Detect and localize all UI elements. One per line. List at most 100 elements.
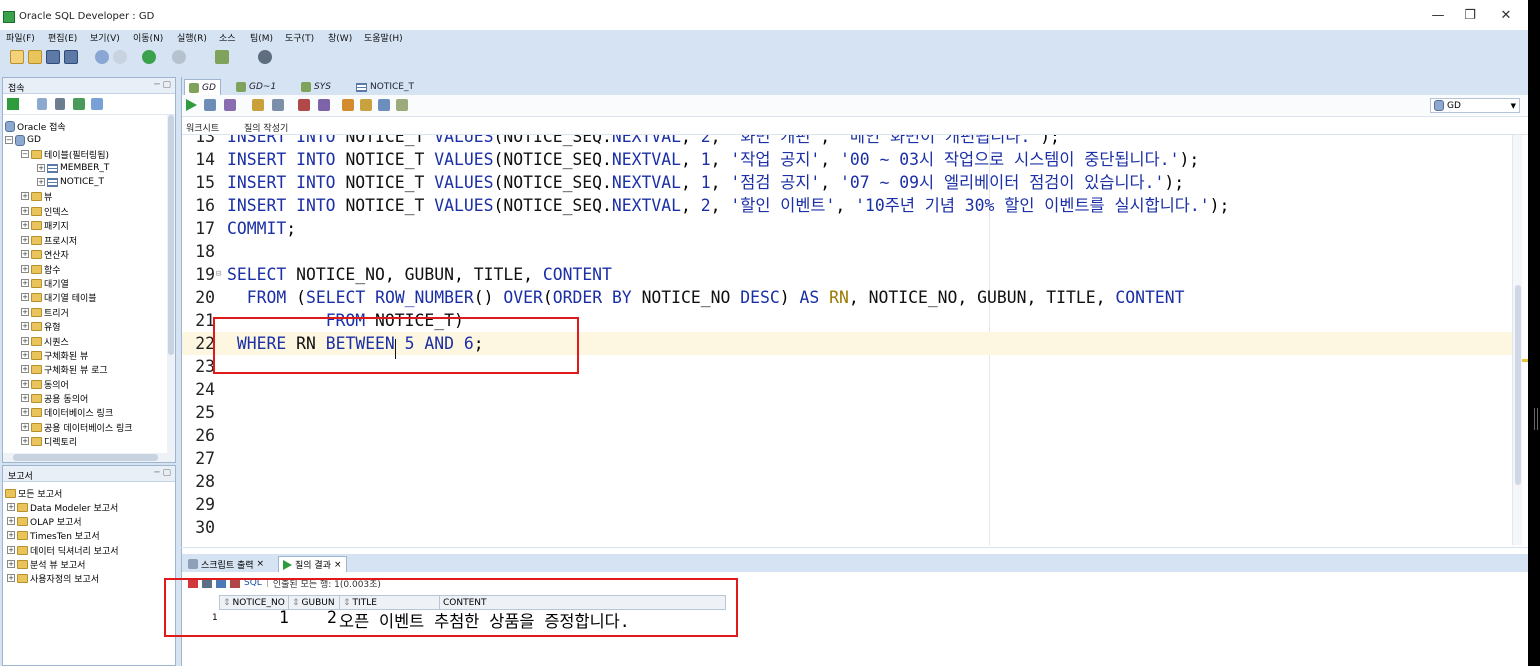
- tree-item-data-dictionary-reports[interactable]: + 데이터 딕셔너리 보고서: [7, 543, 119, 557]
- new-file-icon[interactable]: [10, 50, 24, 64]
- minimize-button[interactable]: —: [1424, 6, 1452, 26]
- tree-item-triggers[interactable]: + 트리거: [21, 305, 69, 319]
- menu-team[interactable]: 팀(M): [250, 31, 273, 44]
- filter-icon[interactable]: [55, 98, 65, 110]
- rollback-icon[interactable]: [252, 99, 264, 111]
- expand-icon[interactable]: +: [37, 164, 45, 172]
- tree-item-materialized-view-logs[interactable]: + 구체화된 뷰 로그: [21, 362, 108, 376]
- add-connection-icon[interactable]: [7, 98, 19, 110]
- expand-icon[interactable]: +: [21, 279, 29, 287]
- redo-icon[interactable]: [113, 50, 127, 64]
- menu-window[interactable]: 창(W): [328, 31, 352, 44]
- menu-view[interactable]: 보기(V): [90, 31, 120, 44]
- save-icon[interactable]: [46, 50, 60, 64]
- explain-plan-icon[interactable]: [272, 99, 284, 111]
- code-line[interactable]: 24: [182, 378, 1512, 401]
- connections-vertical-scrollbar[interactable]: [167, 115, 175, 455]
- tab-gd[interactable]: GD: [184, 79, 221, 95]
- tree-item-tables[interactable]: − 테이블(필터링됨): [21, 147, 109, 161]
- expand-icon[interactable]: +: [7, 546, 15, 554]
- code-line[interactable]: 19 ⊟ SELECT NOTICE_NO, GUBUN, TITLE, CONTE…: [182, 263, 1512, 286]
- tree-item-olap-reports[interactable]: + OLAP 보고서: [7, 514, 82, 528]
- code-line[interactable]: 27: [182, 447, 1512, 470]
- expand-icon[interactable]: +: [21, 207, 29, 215]
- format-icon[interactable]: [396, 99, 408, 111]
- save-all-icon[interactable]: [64, 50, 78, 64]
- tree-item-gd[interactable]: − GD: [5, 133, 41, 147]
- code-line[interactable]: 28: [182, 470, 1512, 493]
- code-line[interactable]: 20 FROM (SELECT ROW_NUMBER() OVER(ORDER …: [182, 286, 1512, 309]
- expand-icon[interactable]: +: [21, 380, 29, 388]
- code-line[interactable]: 18: [182, 240, 1512, 263]
- refresh-icon[interactable]: [37, 98, 47, 110]
- expand-icon[interactable]: +: [21, 322, 29, 330]
- close-icon[interactable]: ×: [257, 559, 265, 569]
- menu-help[interactable]: 도움말(H): [364, 31, 403, 44]
- pane-minimize-icon[interactable]: ─ ▢: [154, 468, 171, 478]
- sql-worksheet-icon[interactable]: [215, 50, 229, 64]
- history-icon[interactable]: [378, 99, 390, 111]
- code-line[interactable]: 30: [182, 516, 1512, 539]
- expand-icon[interactable]: +: [7, 560, 15, 568]
- expand-icon[interactable]: +: [21, 337, 29, 345]
- tree-item-user-defined-reports[interactable]: + 사용자정의 보고서: [7, 571, 99, 585]
- collapse-icon[interactable]: −: [21, 150, 29, 158]
- expand-icon[interactable]: +: [21, 293, 29, 301]
- close-button[interactable]: ✕: [1492, 6, 1520, 26]
- menu-run[interactable]: 실행(R): [177, 31, 207, 44]
- code-line[interactable]: 26: [182, 424, 1512, 447]
- connection-selector[interactable]: GD ▼: [1430, 98, 1520, 113]
- code-line[interactable]: 29: [182, 493, 1512, 516]
- run-statement-icon[interactable]: [186, 99, 197, 111]
- tab-gd-1[interactable]: GD~1: [232, 79, 280, 95]
- expand-icon[interactable]: +: [21, 437, 29, 445]
- tree-item-operators[interactable]: + 연산자: [21, 247, 69, 261]
- tree-item-public-synonyms[interactable]: + 공용 동의어: [21, 391, 88, 405]
- open-folder-icon[interactable]: [28, 50, 42, 64]
- menu-source[interactable]: 소스: [219, 31, 236, 44]
- code-line[interactable]: 25: [182, 401, 1512, 424]
- expand-icon[interactable]: +: [21, 265, 29, 273]
- tree-item-analytic-view-reports[interactable]: + 분석 뷰 보고서: [7, 557, 85, 571]
- fold-icon[interactable]: ⊟: [216, 263, 221, 286]
- tns-icon[interactable]: [91, 98, 103, 110]
- expand-icon[interactable]: +: [21, 365, 29, 373]
- editor-vertical-scrollbar[interactable]: [1512, 135, 1522, 545]
- tab-query-result[interactable]: 질의 결과 ×: [278, 556, 347, 572]
- tab-notice-t[interactable]: NOTICE_T: [352, 79, 418, 95]
- expand-icon[interactable]: +: [7, 517, 15, 525]
- tab-query-builder[interactable]: 질의 작성기: [244, 121, 288, 134]
- tree-item-synonyms[interactable]: + 동의어: [21, 377, 69, 391]
- tree-item-functions[interactable]: + 함수: [21, 262, 61, 276]
- expand-icon[interactable]: +: [21, 250, 29, 258]
- code-line[interactable]: 14 INSERT INTO NOTICE_T VALUES(NOTICE_SEQ…: [182, 148, 1512, 171]
- search-binoculars-icon[interactable]: [258, 50, 272, 64]
- expand-icon[interactable]: +: [21, 192, 29, 200]
- expand-icon[interactable]: +: [21, 408, 29, 416]
- menu-tools[interactable]: 도구(T): [285, 31, 314, 44]
- tree-item-timesten-reports[interactable]: + TimesTen 보고서: [7, 528, 100, 542]
- schema-browser-icon[interactable]: [73, 98, 85, 110]
- tree-item-materialized-views[interactable]: + 구체화된 뷰: [21, 348, 88, 362]
- tree-item-queues[interactable]: + 대기열: [21, 276, 69, 290]
- expand-icon[interactable]: +: [21, 221, 29, 229]
- eraser-icon[interactable]: [360, 99, 372, 111]
- tree-item-database-links[interactable]: + 데이터베이스 링크: [21, 405, 113, 419]
- scroll-thumb[interactable]: [168, 115, 174, 355]
- forward-icon[interactable]: [172, 50, 186, 64]
- commit-icon[interactable]: [224, 99, 236, 111]
- expand-icon[interactable]: +: [21, 236, 29, 244]
- run-script-icon[interactable]: [204, 99, 216, 111]
- scroll-thumb[interactable]: [13, 454, 158, 461]
- connections-horizontal-scrollbar[interactable]: [3, 453, 175, 462]
- tree-item-types[interactable]: + 유형: [21, 319, 61, 333]
- pane-minimize-icon[interactable]: ─ ▢: [154, 80, 171, 90]
- tree-item-oracle-connections[interactable]: Oracle 접속: [5, 119, 66, 133]
- tree-item-sequences[interactable]: + 시퀀스: [21, 334, 69, 348]
- clear-icon[interactable]: [318, 99, 330, 111]
- scroll-thumb[interactable]: [1515, 285, 1521, 485]
- expand-icon[interactable]: +: [21, 351, 29, 359]
- tab-sys[interactable]: SYS: [297, 79, 335, 95]
- tree-item-procedures[interactable]: + 프로시저: [21, 233, 77, 247]
- code-line[interactable]: 13 INSERT INTO NOTICE_T VALUES(NOTICE_SEQ…: [182, 135, 1512, 148]
